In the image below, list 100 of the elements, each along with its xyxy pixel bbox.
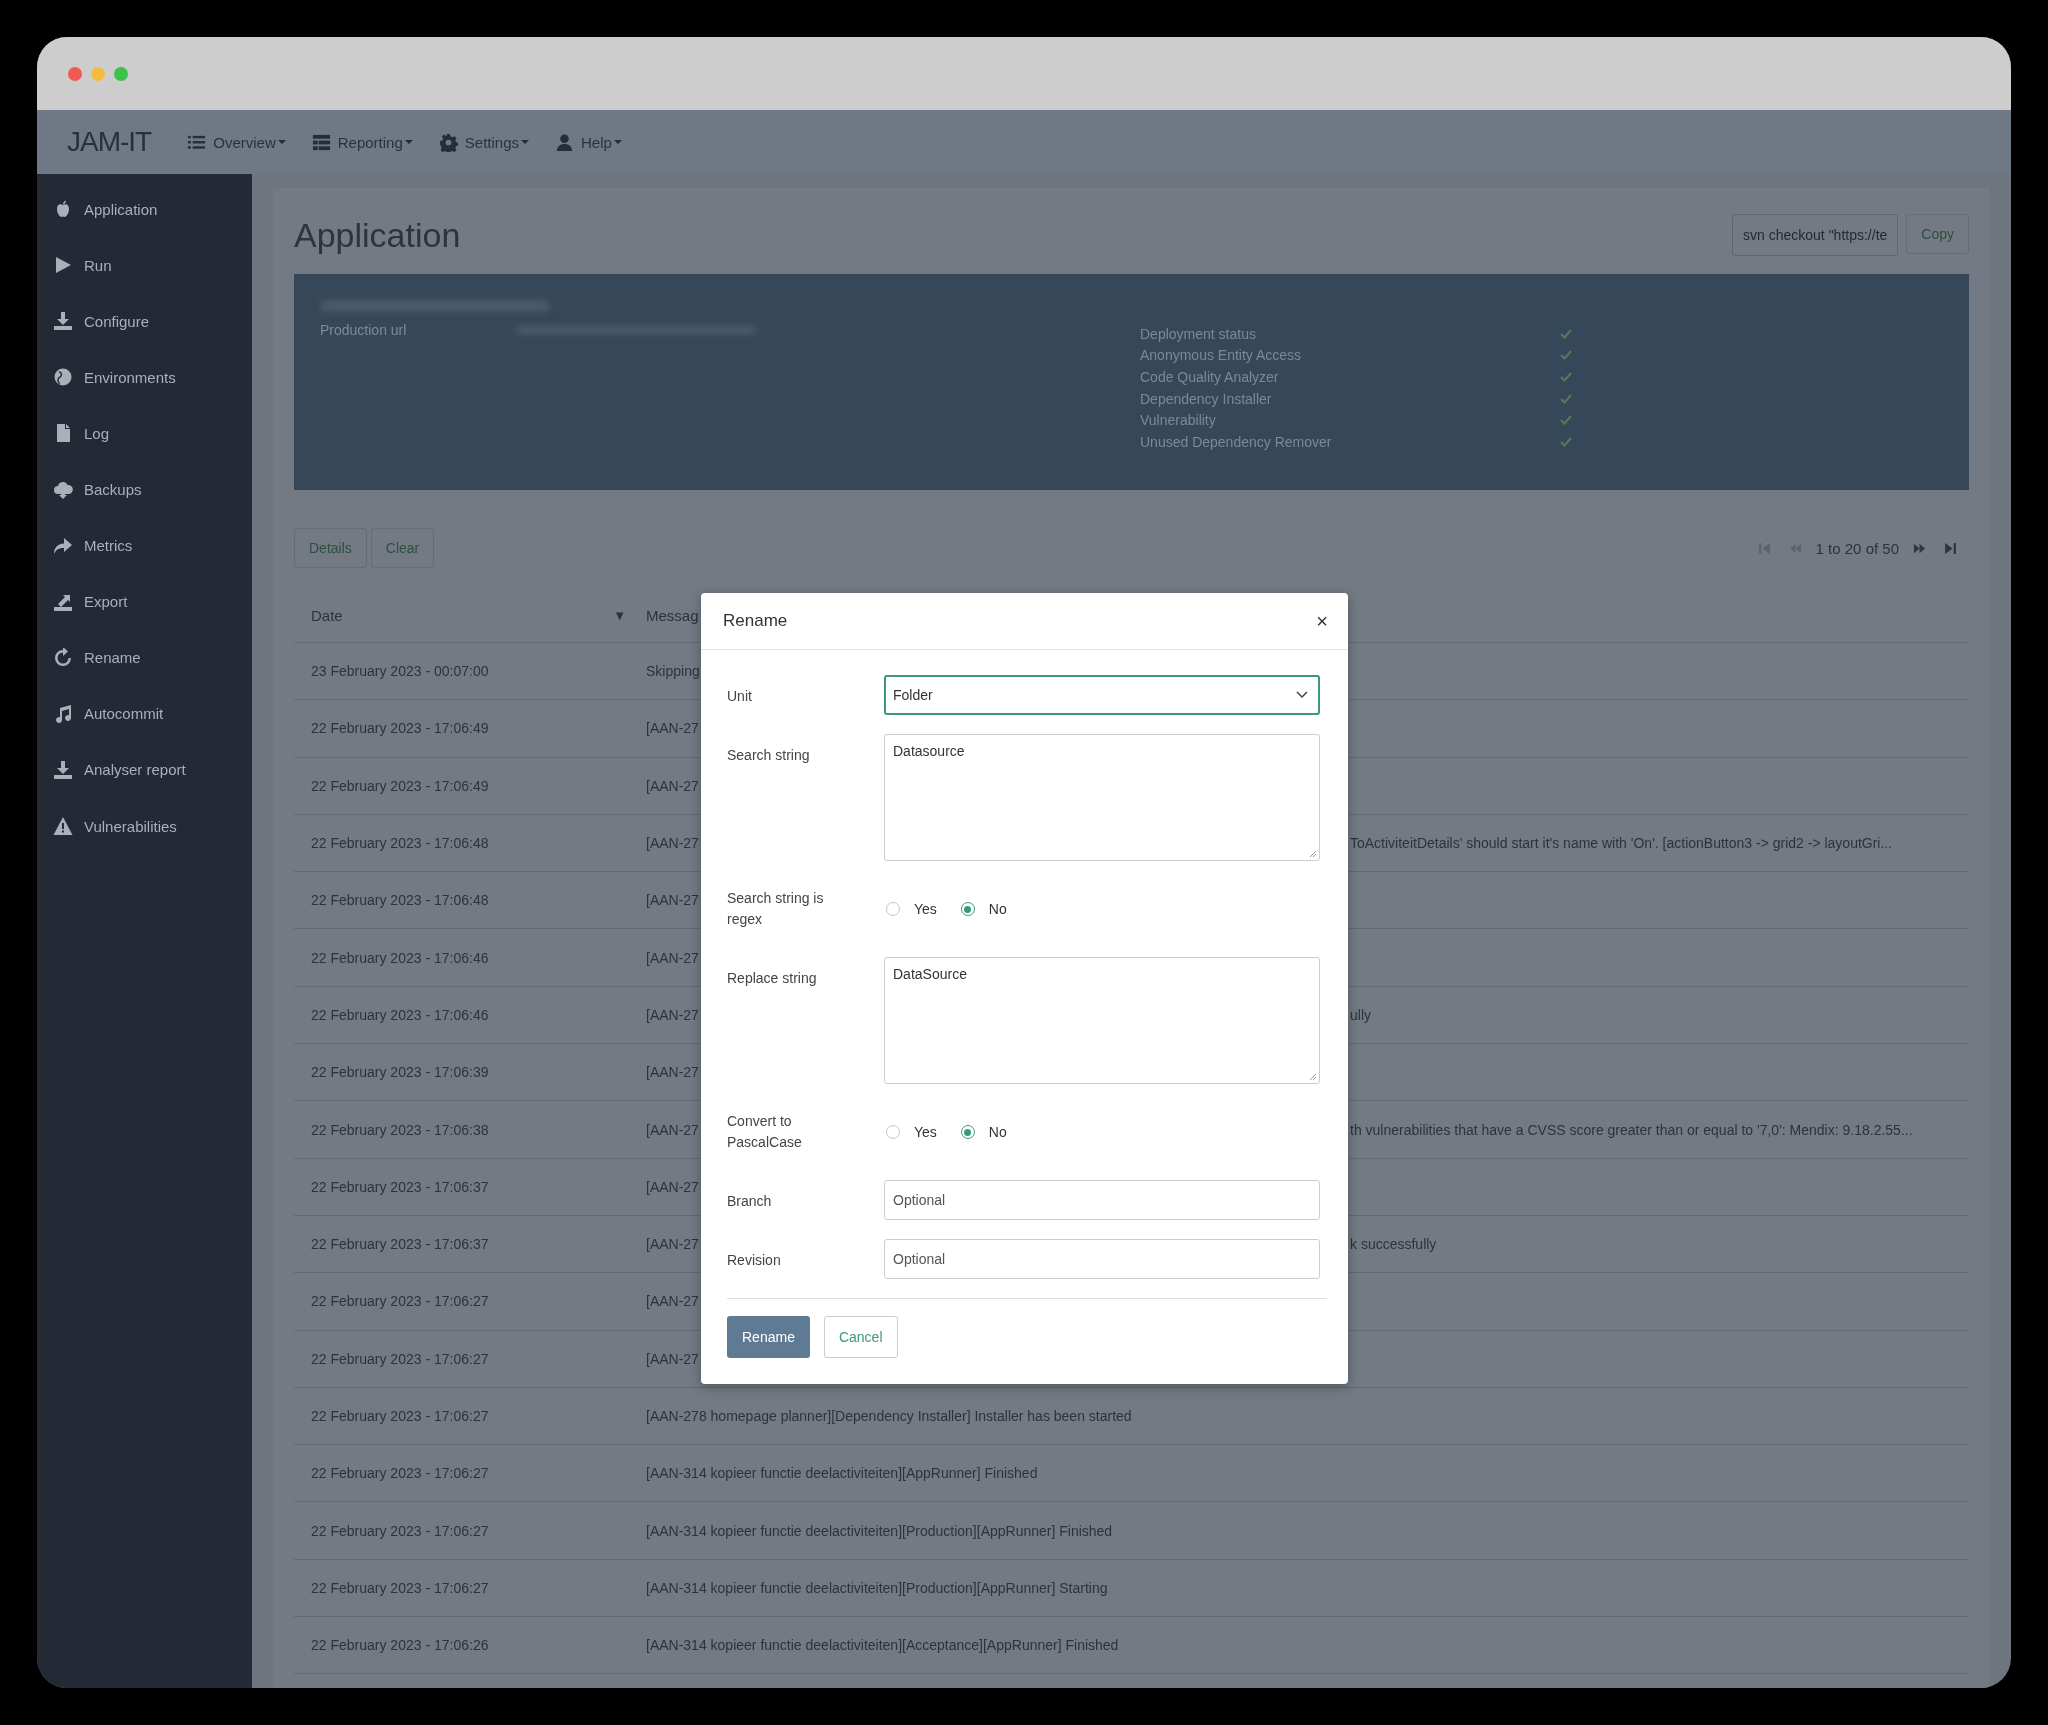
check-label: Code Quality Analyzer	[1140, 369, 1279, 385]
field-label: Revision	[727, 1251, 782, 1270]
check-label: Vulnerability	[1140, 412, 1216, 429]
sidebar-item[interactable]: Vulnerabilities	[37, 798, 252, 855]
maximize-window-icon[interactable]	[114, 66, 128, 81]
input-field[interactable]: Optional	[884, 1180, 1320, 1220]
table-cell: 22 February 2023 - 17:06:27	[311, 1579, 489, 1596]
warning-icon	[53, 816, 73, 837]
table-cell-text: [AAN-314 kopieer functie deelactiviteiten][AppRunner] Finished	[646, 1465, 1039, 1482]
table-cell-text: [AAN-314 kopieer functie deelactiviteiten][Production][AppRunner] Starting	[646, 1579, 1109, 1596]
table-cell: 22 February 2023 - 17:06:38	[311, 1121, 489, 1138]
table-cell: 22 February 2023 - 17:06:27	[311, 1350, 489, 1367]
table-cell: [AAN-27	[646, 1236, 699, 1253]
table-cell: 22 February 2023 - 17:06:26	[311, 1637, 489, 1654]
sidebar-item[interactable]: Run	[37, 237, 252, 294]
field-label: Replace string	[727, 969, 818, 988]
sidebar-item[interactable]: Backups	[37, 461, 252, 518]
table-cell: 22 February 2023 - 17:06:27	[311, 1293, 489, 1310]
text-area[interactable]: DataSource	[884, 957, 1320, 1084]
table-cell: 22 February 2023 - 17:06:49	[311, 720, 489, 737]
first-page-icon[interactable]	[1757, 541, 1771, 555]
checkout-command-field[interactable]: svn checkout "https://te	[1732, 214, 1899, 256]
table-cell: 22 February 2023 - 17:06:27	[311, 1465, 489, 1482]
check-label: Deployment status	[1140, 325, 1256, 342]
table-cell: [AAN-27	[646, 1121, 699, 1138]
table-cell-text: ully	[1350, 1006, 1372, 1023]
table-cell: Skipping	[646, 663, 700, 680]
table-cell-text: [AAN-314 kopieer functie deelactiviteiten][Production][AppRunner] Finished	[646, 1522, 1114, 1539]
cloud-icon	[53, 479, 73, 500]
sidebar-item[interactable]: Environments	[37, 349, 252, 406]
sidebar-item[interactable]: Export	[37, 573, 252, 630]
rename-button[interactable]: Rename	[727, 1316, 810, 1358]
check-label: Unused Dependency Remover	[1140, 433, 1332, 450]
unit-select[interactable]: Folder	[884, 675, 1320, 715]
globe-icon	[53, 367, 73, 388]
field-label: Production url	[320, 322, 407, 338]
radio-label[interactable]: Yes	[914, 1124, 937, 1140]
text-area[interactable]: Datasource	[884, 734, 1320, 861]
table-cell: [AAN-27	[646, 949, 699, 966]
table-cell: 22 February 2023 - 17:06:37	[311, 1178, 489, 1195]
caret-icon	[277, 140, 286, 144]
resize-handle-icon[interactable]	[1309, 850, 1317, 858]
sidebar-item[interactable]: Autocommit	[37, 685, 252, 742]
field-label: Convert to PascalCase	[727, 1112, 803, 1152]
table-cell: [AAN-27	[646, 777, 699, 794]
close-button[interactable]: ×	[1312, 609, 1332, 633]
field-label: Search string	[727, 746, 811, 765]
close-window-icon[interactable]	[68, 66, 82, 81]
sidebar-item[interactable]: Metrics	[37, 517, 252, 574]
last-page-icon[interactable]	[1944, 541, 1957, 555]
input-field[interactable]: Optional	[884, 1239, 1320, 1279]
table-cell: [AAN-27	[646, 1178, 699, 1195]
next-page-icon[interactable]	[1913, 541, 1926, 555]
table-cell: [AAN-27	[646, 720, 699, 737]
sidebar-item[interactable]: Log	[37, 405, 252, 462]
sidebar-item[interactable]: Configure	[37, 293, 252, 350]
table-cell: [AAN-27	[646, 1006, 699, 1023]
pagination-text: 1 to 20 of 50	[1815, 539, 1899, 557]
minimize-window-icon[interactable]	[91, 66, 105, 81]
caret-icon	[404, 140, 413, 144]
radio-label[interactable]: Yes	[914, 901, 937, 917]
table-cell: [AAN-27	[646, 1350, 699, 1367]
caret-icon	[613, 140, 622, 144]
field-label: Branch	[727, 1192, 773, 1211]
check-label: Dependency Installer	[1140, 390, 1272, 407]
table-cell: 22 February 2023 - 17:06:49	[311, 777, 489, 794]
table-cell: 22 February 2023 - 17:06:27	[311, 1522, 489, 1539]
resize-handle-icon[interactable]	[1309, 1073, 1317, 1081]
table-cell-text: [AAN-314 kopieer functie deelactiviteiten][Acceptance][AppRunner] Finished	[646, 1637, 1120, 1654]
check-label: Anonymous Entity Access	[1140, 347, 1302, 364]
table-cell-text: k successfully	[1350, 1236, 1438, 1253]
table-cell-text: [AAN-278 homepage planner][Dependency Installer] Installer has been started	[646, 1408, 1133, 1424]
share-arrow-icon	[53, 535, 73, 556]
chevron-down-icon	[1296, 691, 1308, 699]
radio-label[interactable]: No	[988, 1124, 1007, 1140]
download-icon	[53, 311, 73, 332]
table-icon	[311, 132, 331, 152]
table-cell: 22 February 2023 - 17:06:37	[311, 1236, 489, 1253]
cancel-button[interactable]: Cancel	[823, 1316, 898, 1358]
sidebar-item[interactable]: Application	[37, 181, 252, 238]
table-cell: 23 February 2023 - 00:07:00	[311, 663, 489, 680]
field-label: Unit	[727, 687, 753, 706]
settings-icon	[438, 132, 458, 152]
sidebar-item[interactable]: Rename	[37, 629, 252, 686]
previous-page-icon[interactable]	[1788, 541, 1802, 555]
table-cell: [AAN-27	[646, 835, 699, 852]
dialog-title: Rename	[723, 611, 788, 631]
table-cell: 22 February 2023 - 17:06:39	[311, 1064, 489, 1081]
table-cell-text: ToActiviteitDetails' should start it's name with 'On'. [actionButton3 -> grid2 -> layoutGri...	[1350, 835, 1894, 852]
download-icon	[53, 760, 73, 780]
table-cell: [AAN-27	[646, 892, 699, 909]
table-cell: 22 February 2023 - 17:06:48	[311, 835, 489, 852]
caret-icon	[521, 140, 529, 144]
table-cell: 22 February 2023 - 17:06:46	[311, 1006, 489, 1023]
table-cell-text: th vulnerabilities that have a CVSS score greater than or equal to '7,0': Mendix: 9.18.2.55...	[1350, 1121, 1914, 1138]
table-cell: 22 February 2023 - 17:06:46	[311, 949, 489, 966]
table-cell: [AAN-27	[646, 1293, 699, 1310]
radio-label[interactable]: No	[988, 901, 1007, 917]
table-cell: [AAN-27	[646, 1064, 699, 1081]
sidebar-item[interactable]: Analyser report	[37, 741, 252, 799]
